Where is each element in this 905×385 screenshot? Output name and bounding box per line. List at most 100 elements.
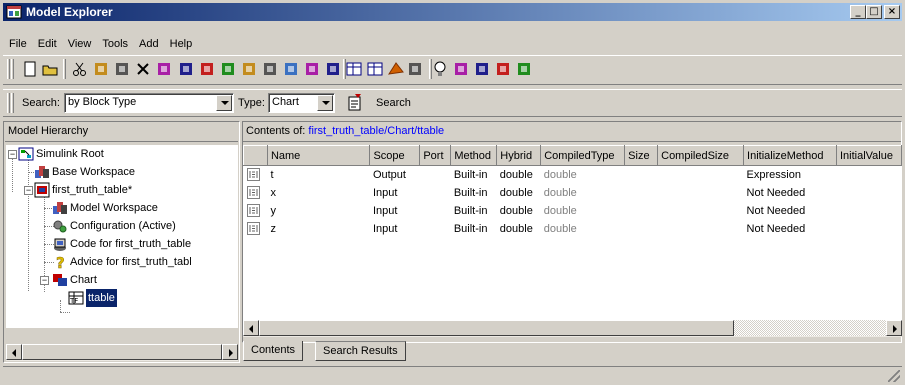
cell-initialvalue[interactable] [836,202,901,220]
search-button[interactable]: Search [376,97,411,109]
column-header-name[interactable]: Name [266,145,371,166]
cell-initialvalue[interactable] [836,220,901,238]
column-header-port[interactable]: Port [419,145,452,166]
scroll-left-button[interactable] [243,320,259,336]
tree-item-model-workspace[interactable]: Model Workspace [52,199,158,217]
tab-contents[interactable]: Contents [243,341,304,361]
menu-help[interactable]: Help [164,35,198,53]
cell-method[interactable]: Built-in [451,166,497,184]
table-view-icon[interactable] [345,60,363,78]
column-header-initialvalue[interactable]: InitialValue [835,145,902,166]
lightbulb-icon[interactable] [431,60,449,78]
cell-port[interactable] [420,184,451,202]
paste-icon[interactable] [113,60,131,78]
tree-item-code[interactable]: Code for first_truth_table [52,235,191,253]
add-record-icon[interactable] [324,60,342,78]
cell-size[interactable] [625,184,658,202]
cell-initializemethod[interactable]: Expression [744,166,837,184]
search-toolbar-grip[interactable] [7,93,10,113]
add-chart-icon[interactable] [177,60,195,78]
cell-initializemethod[interactable]: Not Needed [744,202,837,220]
menu-view[interactable]: View [62,35,97,53]
cell-scope[interactable]: Input [370,220,420,238]
cell-initialvalue[interactable] [836,184,901,202]
column-header-compiledtype[interactable]: CompiledType [540,145,626,166]
cell-port[interactable] [420,166,451,184]
scroll-thumb[interactable] [259,320,734,336]
cell-port[interactable] [420,202,451,220]
simulink-icon[interactable] [406,60,424,78]
table-row[interactable]: x Input Built-in double double Not Neede… [244,184,902,202]
table-row[interactable]: t Output Built-in double double Expressi… [244,166,902,184]
cell-name[interactable]: x [267,184,369,202]
detail-view-icon[interactable] [366,60,384,78]
cell-hybrid[interactable]: double [497,220,541,238]
open-icon[interactable] [41,60,59,78]
chevron-down-icon[interactable] [317,95,333,111]
swap-icon[interactable] [494,60,512,78]
cell-initializemethod[interactable]: Not Needed [744,220,837,238]
tree-item-ttable[interactable]: TF ttable [68,289,117,307]
table-row[interactable]: z Input Built-in double double Not Neede… [244,220,902,238]
expander-first-truth-table[interactable]: − [24,186,33,195]
tab-search-results[interactable]: Search Results [315,341,406,361]
add-event-icon[interactable] [261,60,279,78]
search-mode-select[interactable]: by Block Type [64,93,234,113]
cell-hybrid[interactable]: double [497,166,541,184]
cell-size[interactable] [625,202,658,220]
chevron-down-icon[interactable] [216,95,232,111]
hierarchy-hscrollbar[interactable] [6,344,238,361]
notes-icon[interactable] [515,60,533,78]
search-icon[interactable] [346,94,364,112]
add-parameter-icon[interactable] [198,60,216,78]
cell-scope[interactable]: Input [370,202,420,220]
cell-name[interactable]: t [267,166,369,184]
maximize-button[interactable]: □ [866,5,882,19]
cell-name[interactable]: y [267,202,369,220]
minimize-button[interactable]: _ [850,5,866,19]
column-header-initializemethod[interactable]: InitializeMethod [743,145,837,166]
column-header-size[interactable]: Size [624,145,659,166]
toolbar-grip[interactable] [7,59,10,79]
type-select[interactable]: Chart [268,93,335,113]
column-header-icon[interactable] [243,145,268,166]
cut-icon[interactable] [71,60,89,78]
edit-icon[interactable] [452,60,470,78]
tree-item-first-truth-table[interactable]: first_truth_table* [34,181,132,199]
expander-simulink-root[interactable]: − [8,150,17,159]
tree-item-advice[interactable]: ? Advice for first_truth_tabl [52,253,192,273]
tree-item-simulink-root[interactable]: Simulink Root [18,145,104,163]
cell-method[interactable]: Built-in [451,220,497,238]
cell-hybrid[interactable]: double [497,184,541,202]
add-state-icon[interactable] [282,60,300,78]
column-header-method[interactable]: Method [450,145,498,166]
scroll-right-button[interactable] [886,320,902,336]
cell-initialvalue[interactable] [836,166,901,184]
menu-tools[interactable]: Tools [96,35,133,53]
scroll-left-button[interactable] [6,344,22,360]
contents-path-link[interactable]: first_truth_table/Chart/ttable [308,125,444,137]
menu-file[interactable]: File [3,35,32,53]
add-data-icon[interactable] [240,60,258,78]
tree-item-configuration[interactable]: Configuration (Active) [52,217,176,235]
cell-scope[interactable]: Input [370,184,420,202]
cell-size[interactable] [625,166,658,184]
cell-hybrid[interactable]: double [497,202,541,220]
scroll-right-button[interactable] [222,344,238,360]
column-header-compiledsize[interactable]: CompiledSize [657,145,745,166]
cell-method[interactable]: Built-in [451,184,497,202]
cell-method[interactable]: Built-in [451,202,497,220]
cell-port[interactable] [420,220,451,238]
menu-add[interactable]: Add [133,35,164,53]
contents-hscrollbar[interactable] [243,320,902,337]
resize-grip-icon[interactable] [888,370,900,382]
cell-scope[interactable]: Output [370,166,420,184]
cell-size[interactable] [625,220,658,238]
toggle-icon[interactable] [473,60,491,78]
add-model-icon[interactable] [155,60,173,78]
tree-item-chart[interactable]: Chart [52,271,97,289]
menu-edit[interactable]: Edit [32,35,62,53]
cell-initializemethod[interactable]: Not Needed [744,184,837,202]
add-signal-icon[interactable] [219,60,237,78]
column-header-hybrid[interactable]: Hybrid [496,145,542,166]
